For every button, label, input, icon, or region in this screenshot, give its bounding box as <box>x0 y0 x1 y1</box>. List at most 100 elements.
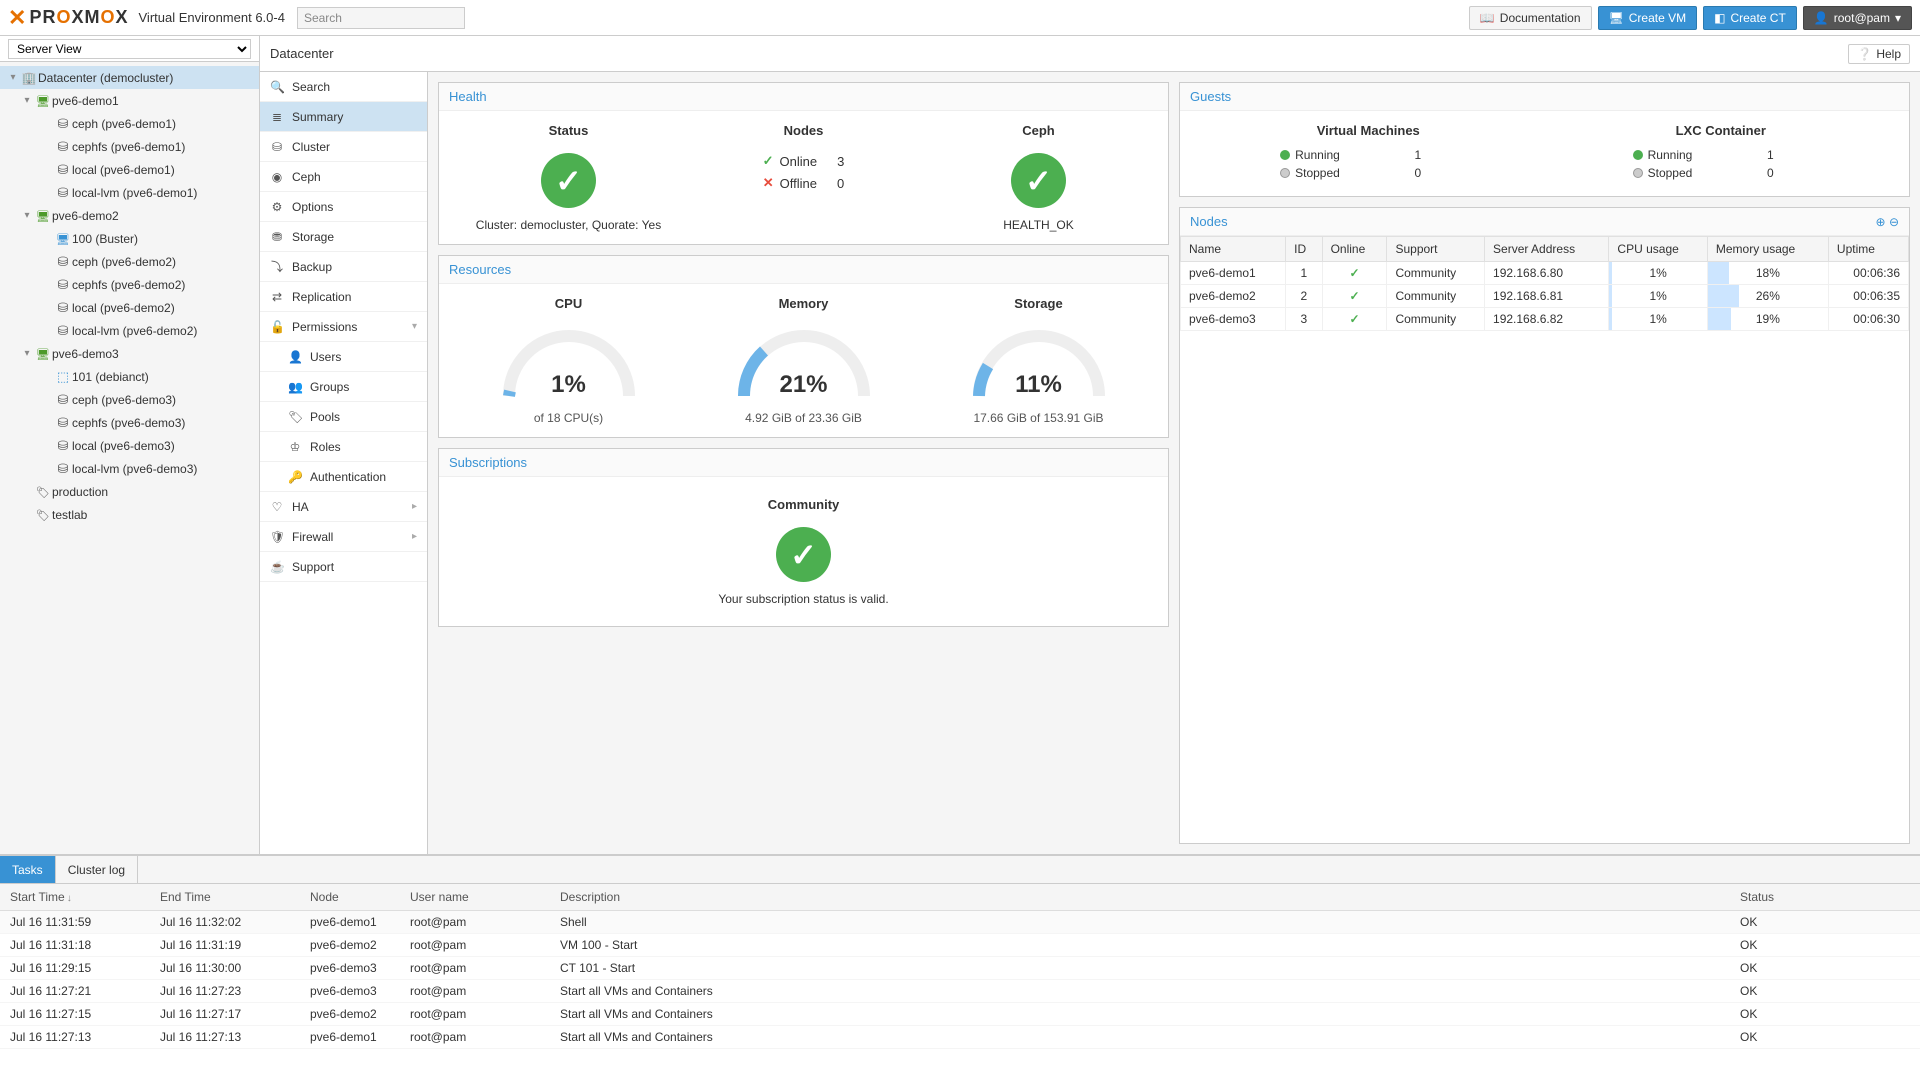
menu-item-cluster[interactable]: ⛁Cluster <box>260 132 427 162</box>
tree-item[interactable]: ▾pve6-demo1 <box>0 89 259 112</box>
table-row[interactable]: Jul 16 11:31:59Jul 16 11:32:02pve6-demo1… <box>0 911 1920 934</box>
tree-item[interactable]: ceph (pve6-demo2) <box>0 250 259 273</box>
column-header[interactable]: Uptime <box>1828 237 1908 262</box>
menu-item-firewall[interactable]: 🛡Firewall▸ <box>260 522 427 552</box>
tree-item[interactable]: 100 (Buster) <box>0 227 259 250</box>
server-icon <box>34 93 52 108</box>
column-header[interactable]: CPU usage <box>1609 237 1707 262</box>
memory-sub: 4.92 GiB of 23.36 GiB <box>686 411 921 425</box>
menu-item-replication[interactable]: ⇄Replication <box>260 282 427 312</box>
column-header[interactable]: Server Address <box>1485 237 1609 262</box>
expand-all-icon[interactable]: ⊕ <box>1876 215 1886 229</box>
column-header[interactable]: Support <box>1387 237 1485 262</box>
tree-item[interactable]: local (pve6-demo3) <box>0 434 259 457</box>
menu-label: Firewall <box>292 530 333 544</box>
menu-item-groups[interactable]: 👥Groups <box>260 372 427 402</box>
view-select-dropdown[interactable]: Server View <box>8 39 251 59</box>
tree-item[interactable]: local-lvm (pve6-demo1) <box>0 181 259 204</box>
tree-item[interactable]: ceph (pve6-demo3) <box>0 388 259 411</box>
disk-icon <box>54 277 72 293</box>
menu-item-support[interactable]: ☕ Support <box>260 552 427 582</box>
documentation-button[interactable]: 📖Documentation <box>1469 6 1592 30</box>
tree-item[interactable]: production <box>0 480 259 503</box>
menu-label: Support <box>292 560 334 574</box>
menu-label: Permissions <box>292 320 357 334</box>
sort-desc-icon: ↓ <box>67 893 72 904</box>
tree-label: pve6-demo3 <box>52 347 119 361</box>
menu-item-ceph[interactable]: ◉Ceph <box>260 162 427 192</box>
column-header[interactable]: Description <box>550 884 1730 911</box>
tree-item[interactable]: cephfs (pve6-demo2) <box>0 273 259 296</box>
table-row[interactable]: pve6-demo11✓Community192.168.6.801%18%00… <box>1181 262 1909 285</box>
expand-icon[interactable]: ▾ <box>20 95 34 106</box>
tree-item[interactable]: testlab <box>0 503 259 526</box>
expand-icon[interactable]: ▾ <box>20 348 34 359</box>
create-ct-button[interactable]: ◧Create CT <box>1703 6 1797 30</box>
tree-item[interactable]: local (pve6-demo1) <box>0 158 259 181</box>
menu-item-search[interactable]: 🔍Search <box>260 72 427 102</box>
menu-item-users[interactable]: 👤Users <box>260 342 427 372</box>
table-row[interactable]: Jul 16 11:27:21Jul 16 11:27:23pve6-demo3… <box>0 980 1920 1003</box>
menu-item-roles[interactable]: ♔Roles <box>260 432 427 462</box>
column-header[interactable]: User name <box>400 884 550 911</box>
column-header[interactable]: Start Time↓ <box>0 884 150 911</box>
menu-item-pools[interactable]: 🏷Pools <box>260 402 427 432</box>
menu-icon: ☕ <box>270 560 284 574</box>
menu-item-storage[interactable]: ⛃Storage <box>260 222 427 252</box>
column-header[interactable]: Online <box>1322 237 1387 262</box>
tree-label: production <box>52 485 108 499</box>
resource-tree: ▾Datacenter (democluster)▾pve6-demo1 ceph… <box>0 62 259 854</box>
menu-icon: ♡ <box>270 500 284 514</box>
create-vm-button[interactable]: 🖥Create VM <box>1598 6 1698 30</box>
ct-running-count: 1 <box>1767 148 1774 162</box>
tree-item[interactable]: local (pve6-demo2) <box>0 296 259 319</box>
column-header[interactable]: Status <box>1730 884 1920 911</box>
tree-item[interactable]: ▾ pve6-demo3 <box>0 342 259 365</box>
tree-label: local (pve6-demo3) <box>72 439 175 453</box>
panel-title: Subscriptions <box>439 449 1168 477</box>
menu-item-authentication[interactable]: 🔑Authentication <box>260 462 427 492</box>
ct-stopped-count: 0 <box>1767 166 1774 180</box>
menu-item-ha[interactable]: ♡HA▸ <box>260 492 427 522</box>
expand-icon[interactable]: ▾ <box>20 210 34 221</box>
menu-item-summary[interactable]: ≣Summary <box>260 102 427 132</box>
view-selector[interactable]: Server View <box>0 36 259 62</box>
status-dot-running-icon <box>1280 150 1290 160</box>
tree-item[interactable]: ceph (pve6-demo1) <box>0 112 259 135</box>
menu-label: Users <box>310 350 341 364</box>
tree-item[interactable]: ▾pve6-demo2 <box>0 204 259 227</box>
help-button[interactable]: ❔Help <box>1848 44 1910 64</box>
tree-item[interactable]: 101 (debianct) <box>0 365 259 388</box>
table-row[interactable]: pve6-demo33✓Community192.168.6.821%19%00… <box>1181 308 1909 331</box>
tree-item[interactable]: ▾Datacenter (democluster) <box>0 66 259 89</box>
tab-tasks[interactable]: Tasks <box>0 856 56 883</box>
column-header[interactable]: Name <box>1181 237 1286 262</box>
column-header[interactable]: End Time <box>150 884 300 911</box>
column-header[interactable]: Memory usage <box>1707 237 1828 262</box>
table-row[interactable]: Jul 16 11:27:13Jul 16 11:27:13pve6-demo1… <box>0 1026 1920 1049</box>
column-header[interactable]: ID <box>1286 237 1322 262</box>
menu-item-options[interactable]: ⚙Options <box>260 192 427 222</box>
disk-icon <box>54 185 72 201</box>
monitor-icon: 🖥 <box>1609 11 1624 25</box>
tab-cluster-log[interactable]: Cluster log <box>56 856 138 883</box>
tree-label: ceph (pve6-demo1) <box>72 117 176 131</box>
table-row[interactable]: Jul 16 11:29:15Jul 16 11:30:00pve6-demo3… <box>0 957 1920 980</box>
menu-label: Pools <box>310 410 340 424</box>
building-icon <box>20 70 38 85</box>
tree-item[interactable]: local-lvm (pve6-demo2) <box>0 319 259 342</box>
tree-label: testlab <box>52 508 87 522</box>
menu-item-backup[interactable]: ⤵Backup <box>260 252 427 282</box>
table-row[interactable]: pve6-demo22✓Community192.168.6.811%26%00… <box>1181 285 1909 308</box>
column-header[interactable]: Node <box>300 884 400 911</box>
tree-item[interactable]: cephfs (pve6-demo3) <box>0 411 259 434</box>
table-row[interactable]: Jul 16 11:27:15Jul 16 11:27:17pve6-demo2… <box>0 1003 1920 1026</box>
tree-item[interactable]: local-lvm (pve6-demo3) <box>0 457 259 480</box>
tree-item[interactable]: cephfs (pve6-demo1) <box>0 135 259 158</box>
expand-icon[interactable]: ▾ <box>6 72 20 83</box>
collapse-all-icon[interactable]: ⊖ <box>1889 215 1899 229</box>
menu-item-permissions[interactable]: 🔓Permissions▾ <box>260 312 427 342</box>
table-row[interactable]: Jul 16 11:31:18Jul 16 11:31:19pve6-demo2… <box>0 934 1920 957</box>
search-input[interactable]: Search <box>297 7 465 29</box>
user-menu-button[interactable]: 👤root@pam▾ <box>1803 6 1912 30</box>
